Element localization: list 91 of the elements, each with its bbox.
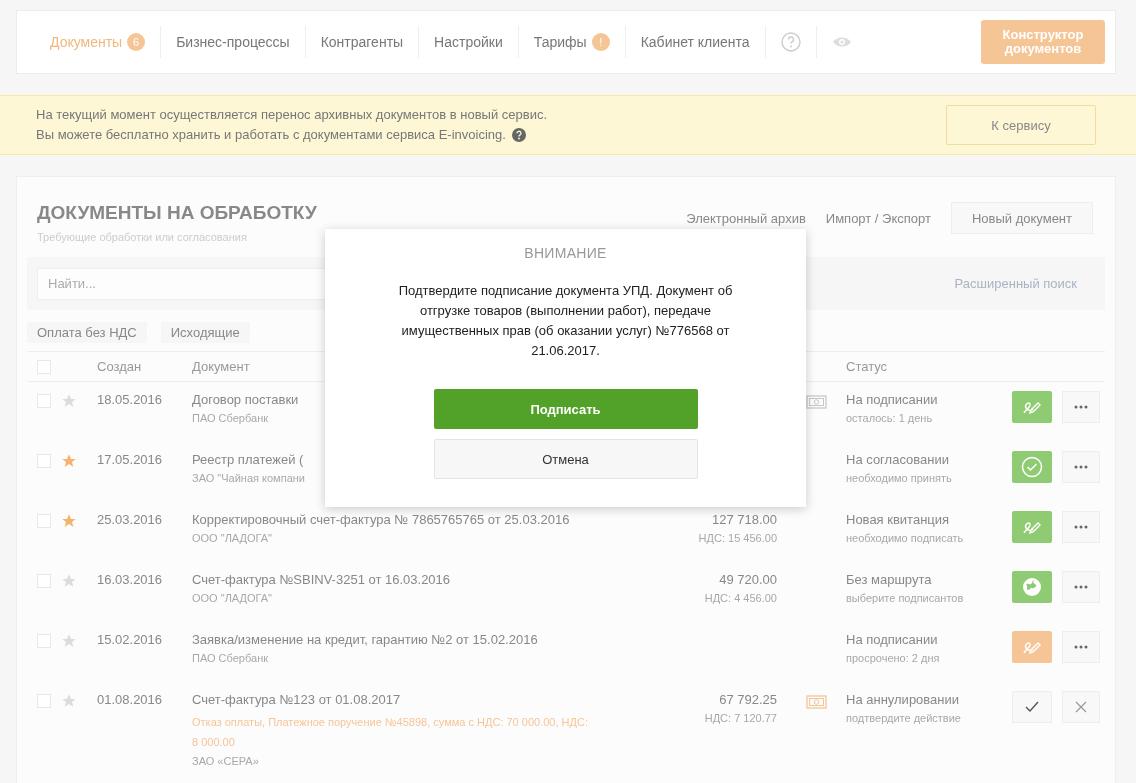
more-icon xyxy=(1074,405,1088,409)
column-header: Создан xyxy=(97,359,143,374)
star-icon[interactable] xyxy=(61,573,77,589)
signature-icon xyxy=(1022,639,1042,655)
more-icon xyxy=(1074,645,1088,649)
count-badge: ! xyxy=(591,33,610,51)
check-icon xyxy=(1025,701,1039,713)
panel-title: ДОКУМЕНТЫ НА ОБРАБОТКУ xyxy=(37,202,317,224)
nav-tab[interactable]: Настройки xyxy=(419,26,519,58)
count-badge: 6 xyxy=(127,33,146,51)
status-text: Новая квитанция xyxy=(846,511,951,529)
notice-text: Вы можете бесплатно хранить и работать с документами сервиса E-invoicing. xyxy=(36,126,506,144)
status-note: подтвердите действие xyxy=(846,712,962,724)
organization-text: ЗАО «СЕРА» xyxy=(192,755,260,767)
sign-button[interactable]: Подписать xyxy=(433,389,698,429)
service-button[interactable]: К сервису xyxy=(946,105,1096,145)
nav-tab[interactable]: Тарифы ! xyxy=(518,26,626,58)
vat-text: НДС: 15 456.00 xyxy=(698,532,777,544)
vat-text: НДС: 7 120.77 xyxy=(704,712,777,724)
date-text: 01.08.2016 xyxy=(97,691,164,709)
column-header: Документ xyxy=(192,359,251,374)
nav-tab[interactable]: Контрагенты xyxy=(305,26,420,58)
amount-text: 49 720.00 xyxy=(719,571,777,589)
more-icon xyxy=(1074,585,1088,589)
action-button[interactable] xyxy=(1012,631,1052,663)
date-text: 25.03.2016 xyxy=(97,511,164,529)
dialog-title: ВНИМАНИЕ xyxy=(524,245,607,261)
new-document-button[interactable]: Новый документ xyxy=(950,202,1093,234)
organization-text: ПАО Сбербанк xyxy=(192,412,270,424)
advanced-search-link[interactable]: Расширенный поиск xyxy=(954,276,1095,291)
notice-text: На текущий момент осуществляется перенос архивных документов в новый сервис. xyxy=(36,106,548,124)
eye-icon[interactable] xyxy=(831,36,852,48)
column-header: Статус xyxy=(846,359,889,374)
organization-text: ООО "ЛАДОГА" xyxy=(192,532,274,544)
status-text: На подписании xyxy=(846,631,939,649)
date-text: 15.02.2016 xyxy=(97,631,164,649)
date-text: 16.03.2016 xyxy=(97,571,164,589)
help-icon[interactable] xyxy=(511,128,526,142)
organization-text: ООО "ЛАДОГА" xyxy=(192,592,274,604)
star-icon[interactable] xyxy=(61,453,77,469)
filter-chip[interactable]: Оплата без НДС xyxy=(27,322,147,343)
document-title[interactable]: Счет-фактура №SBINV-3251 от 16.03.2016 xyxy=(192,571,662,589)
amount-text: 67 792.25 xyxy=(719,691,777,709)
close-icon xyxy=(1075,701,1087,713)
signature-icon xyxy=(1022,399,1042,415)
star-icon[interactable] xyxy=(61,393,77,409)
action-button[interactable] xyxy=(1012,571,1052,603)
more-icon xyxy=(1074,525,1088,529)
signature-icon xyxy=(1022,519,1042,535)
more-icon xyxy=(1074,465,1088,469)
star-icon[interactable] xyxy=(61,693,77,709)
action-button[interactable] xyxy=(1012,511,1052,543)
action-button[interactable] xyxy=(1012,391,1052,423)
filter-chip[interactable]: Исходящие xyxy=(160,322,250,343)
globe-icon xyxy=(1022,577,1042,597)
status-text: На согласовании xyxy=(846,451,950,469)
status-note: просрочено: 2 дня xyxy=(846,652,941,664)
vat-text: НДС: 4 456.00 xyxy=(704,592,777,604)
document-title[interactable]: Корректировочный счет-фактура № 7865765765 от 25.03.2016 xyxy=(192,511,662,529)
header-link[interactable]: Импорт / Экспорт xyxy=(825,210,931,226)
dialog-message: Подтвердите подписание документа УПД. Документ об отгрузке товаров (выполнении работ), передаче имущественных прав (об оказании услуг) №776568 от 21.06.2017. xyxy=(397,282,734,360)
more-button[interactable] xyxy=(1062,571,1100,603)
status-text: На аннулировании xyxy=(846,691,961,709)
nav-tab[interactable]: Бизнес-процессы xyxy=(161,26,306,58)
status-note: необходимо принять xyxy=(846,472,953,484)
date-text: 18.05.2016 xyxy=(97,391,164,409)
status-note: выберите подписантов xyxy=(846,592,965,604)
more-button[interactable] xyxy=(1062,511,1100,543)
action-button[interactable] xyxy=(1012,451,1052,483)
more-button[interactable] xyxy=(1062,631,1100,663)
amount-text: 127 718.00 xyxy=(711,511,777,529)
date-text: 17.05.2016 xyxy=(97,451,164,469)
more-button[interactable] xyxy=(1062,391,1100,423)
status-text: Без маршрута xyxy=(846,571,933,589)
status-note: осталось: 1 день xyxy=(846,412,934,424)
cancel-button[interactable]: Отмена xyxy=(433,439,698,479)
organization-text: ПАО Сбербанк xyxy=(192,652,270,664)
nav-tab[interactable]: Кабинет клиента xyxy=(625,26,766,58)
status-note: необходимо подписать xyxy=(846,532,965,544)
organization-text: ЗАО "Чайная компани xyxy=(192,472,306,484)
status-text: На подписании xyxy=(846,391,939,409)
document-title[interactable]: Заявка/изменение на кредит, гарантию №2 от 15.02.2016 xyxy=(192,631,662,649)
check-circle-icon xyxy=(1021,456,1043,478)
payment-note: Отказ оплаты, Платежное поручение №45898, сумма с НДС: 70 000.00, НДС: 8 000.00 xyxy=(192,715,589,750)
cancel-button[interactable] xyxy=(1062,691,1100,723)
header-link[interactable]: Электронный архив xyxy=(686,210,806,226)
document-title[interactable]: Счет-фактура №123 от 01.08.2017 xyxy=(192,691,662,709)
confirm-button[interactable] xyxy=(1012,691,1052,723)
more-button[interactable] xyxy=(1062,451,1100,483)
star-icon[interactable] xyxy=(61,633,77,649)
star-icon[interactable] xyxy=(61,513,77,529)
